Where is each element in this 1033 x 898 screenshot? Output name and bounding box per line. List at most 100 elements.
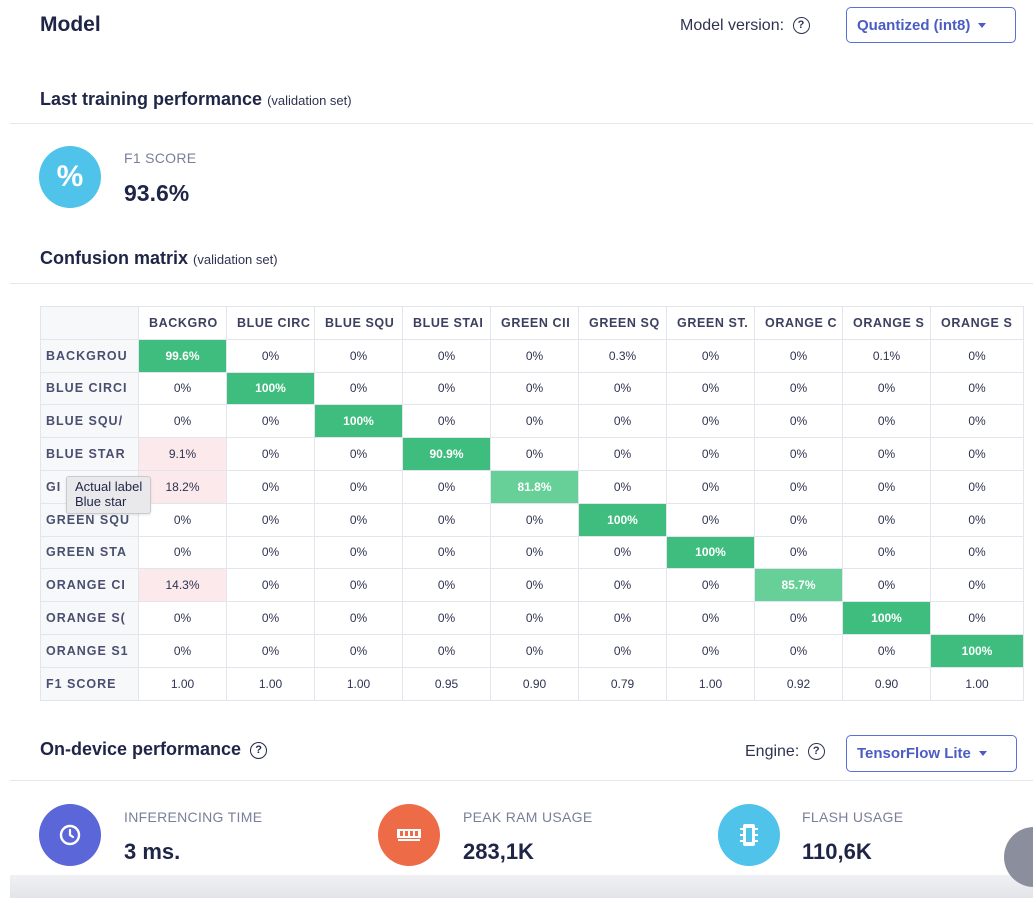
matrix-cell[interactable]: 0% <box>842 633 931 668</box>
matrix-cell[interactable]: 0% <box>666 469 755 504</box>
matrix-cell[interactable]: 0% <box>402 404 491 439</box>
engine-dropdown[interactable]: TensorFlow Lite <box>846 735 1017 772</box>
matrix-cell[interactable]: 0% <box>226 404 315 439</box>
matrix-cell[interactable]: 0% <box>930 371 1024 406</box>
matrix-cell[interactable]: 0% <box>578 535 667 570</box>
matrix-cell[interactable]: 0% <box>578 437 667 471</box>
matrix-cell[interactable]: 0% <box>138 601 227 635</box>
matrix-cell[interactable]: 0% <box>578 633 667 668</box>
matrix-cell[interactable]: 18.2% <box>138 469 227 504</box>
help-icon[interactable]: ? <box>792 17 810 35</box>
matrix-cell[interactable]: 9.1% <box>138 437 227 471</box>
matrix-cell[interactable]: 0% <box>314 568 403 603</box>
matrix-cell[interactable]: 0% <box>138 404 227 439</box>
matrix-cell[interactable]: 0% <box>490 371 579 406</box>
matrix-cell[interactable]: 0% <box>666 601 755 635</box>
matrix-cell[interactable]: 0% <box>754 404 843 439</box>
matrix-cell[interactable]: 0% <box>930 535 1024 570</box>
f1-cell[interactable]: 0.90 <box>490 666 579 701</box>
matrix-cell[interactable]: 0% <box>226 568 315 603</box>
matrix-cell[interactable]: 0% <box>314 437 403 471</box>
matrix-cell[interactable]: 0% <box>402 535 491 570</box>
matrix-cell[interactable]: 0% <box>578 371 667 406</box>
matrix-cell[interactable]: 0% <box>842 535 931 570</box>
f1-cell[interactable]: 0.95 <box>402 666 491 701</box>
matrix-cell[interactable]: 0% <box>930 568 1024 603</box>
matrix-cell[interactable]: 0% <box>930 469 1024 504</box>
matrix-cell[interactable]: 0% <box>314 371 403 406</box>
matrix-cell[interactable]: 0% <box>314 338 403 373</box>
matrix-cell[interactable]: 0% <box>490 601 579 635</box>
model-version-dropdown[interactable]: Quantized (int8) <box>846 7 1016 43</box>
matrix-cell[interactable]: 0% <box>402 502 491 537</box>
matrix-cell[interactable]: 0% <box>490 502 579 537</box>
matrix-cell[interactable]: 0% <box>842 568 931 603</box>
matrix-cell[interactable]: 0% <box>666 371 755 406</box>
matrix-cell[interactable]: 0% <box>226 469 315 504</box>
matrix-cell[interactable]: 0% <box>402 601 491 635</box>
matrix-cell[interactable]: 0% <box>842 469 931 504</box>
matrix-cell[interactable]: 0% <box>930 404 1024 439</box>
matrix-cell[interactable]: 0% <box>754 601 843 635</box>
matrix-cell[interactable]: 0% <box>490 535 579 570</box>
matrix-cell[interactable]: 0% <box>754 371 843 406</box>
matrix-cell[interactable]: 0% <box>930 601 1024 635</box>
f1-cell[interactable]: 1.00 <box>138 666 227 701</box>
f1-cell[interactable]: 1.00 <box>314 666 403 701</box>
matrix-cell[interactable]: 81.8% <box>490 469 579 504</box>
matrix-cell[interactable]: 100% <box>842 601 931 635</box>
matrix-cell[interactable]: 0% <box>402 469 491 504</box>
matrix-cell[interactable]: 0% <box>666 404 755 439</box>
matrix-cell[interactable]: 0% <box>226 601 315 635</box>
matrix-cell[interactable]: 0% <box>578 601 667 635</box>
f1-cell[interactable]: 1.00 <box>666 666 755 701</box>
matrix-cell[interactable]: 0% <box>226 535 315 570</box>
matrix-cell[interactable]: 0% <box>490 338 579 373</box>
matrix-cell[interactable]: 0% <box>754 338 843 373</box>
f1-cell[interactable]: 1.00 <box>226 666 315 701</box>
matrix-cell[interactable]: 0% <box>138 371 227 406</box>
matrix-cell[interactable]: 100% <box>930 633 1024 668</box>
matrix-cell[interactable]: 99.6% <box>138 338 227 373</box>
matrix-cell[interactable]: 0% <box>754 437 843 471</box>
matrix-cell[interactable]: 0% <box>930 437 1024 471</box>
matrix-cell[interactable]: 0% <box>314 469 403 504</box>
f1-cell[interactable]: 0.90 <box>842 666 931 701</box>
matrix-cell[interactable]: 100% <box>666 535 755 570</box>
matrix-cell[interactable]: 0% <box>930 502 1024 537</box>
matrix-cell[interactable]: 0% <box>842 371 931 406</box>
matrix-cell[interactable]: 0% <box>402 371 491 406</box>
matrix-cell[interactable]: 100% <box>226 371 315 406</box>
matrix-cell[interactable]: 0% <box>666 502 755 537</box>
help-icon[interactable]: ? <box>250 741 268 759</box>
matrix-cell[interactable]: 0% <box>578 469 667 504</box>
matrix-cell[interactable]: 0% <box>490 633 579 668</box>
matrix-cell[interactable]: 0% <box>578 568 667 603</box>
matrix-cell[interactable]: 0% <box>402 568 491 603</box>
matrix-cell[interactable]: 0% <box>842 437 931 471</box>
matrix-cell[interactable]: 0% <box>314 633 403 668</box>
matrix-cell[interactable]: 0% <box>226 633 315 668</box>
matrix-cell[interactable]: 0.1% <box>842 338 931 373</box>
f1-cell[interactable]: 1.00 <box>930 666 1024 701</box>
matrix-cell[interactable]: 0% <box>754 502 843 537</box>
matrix-cell[interactable]: 0% <box>226 437 315 471</box>
help-icon[interactable]: ? <box>807 743 825 761</box>
matrix-cell[interactable]: 14.3% <box>138 568 227 603</box>
matrix-cell[interactable]: 0% <box>314 601 403 635</box>
matrix-cell[interactable]: 0% <box>138 633 227 668</box>
matrix-cell[interactable]: 0% <box>842 502 931 537</box>
matrix-cell[interactable]: 0% <box>138 502 227 537</box>
matrix-cell[interactable]: 0% <box>666 568 755 603</box>
matrix-cell[interactable]: 0% <box>314 502 403 537</box>
matrix-cell[interactable]: 0% <box>578 404 667 439</box>
matrix-cell[interactable]: 0% <box>842 404 931 439</box>
matrix-cell[interactable]: 0% <box>226 502 315 537</box>
matrix-cell[interactable]: 0% <box>226 338 315 373</box>
matrix-cell[interactable]: 0% <box>754 633 843 668</box>
matrix-cell[interactable]: 0% <box>314 535 403 570</box>
f1-cell[interactable]: 0.79 <box>578 666 667 701</box>
matrix-cell[interactable]: 100% <box>578 502 667 537</box>
matrix-cell[interactable]: 0% <box>930 338 1024 373</box>
matrix-cell[interactable]: 90.9% <box>402 437 491 471</box>
